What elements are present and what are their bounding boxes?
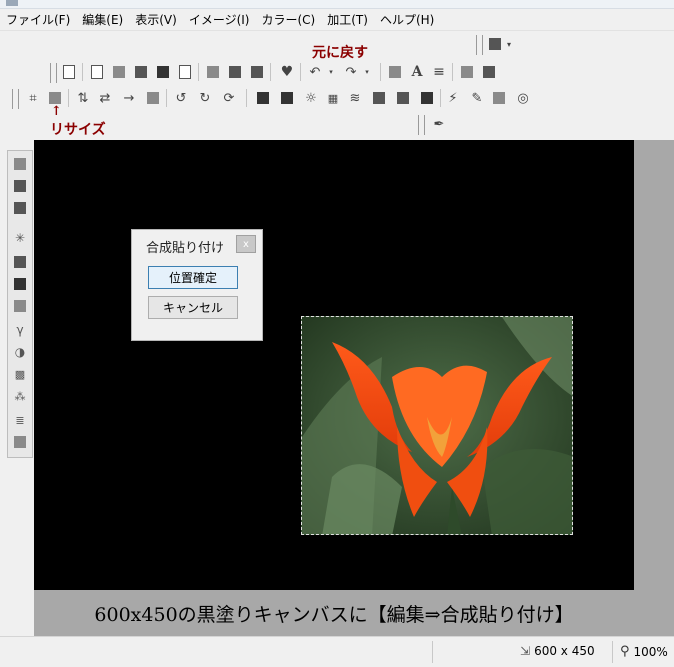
frame-icon[interactable] <box>144 89 162 107</box>
toolbar-grip[interactable] <box>418 115 425 135</box>
mirror-icon[interactable]: ⇄ <box>96 89 114 107</box>
fill-tool-icon[interactable] <box>12 435 28 449</box>
zoom-text: 100% <box>633 644 668 659</box>
toolbar-grip[interactable] <box>50 63 57 83</box>
align-icon[interactable]: ≡ <box>430 63 448 81</box>
new-icon[interactable] <box>88 63 106 81</box>
text-icon[interactable]: A <box>408 63 426 81</box>
mini-toolbar: ▾ <box>476 32 516 56</box>
ellipse-select-icon[interactable] <box>12 179 28 193</box>
sun-icon[interactable]: ☼ <box>302 89 320 107</box>
confirm-position-button[interactable]: 位置確定 <box>148 266 238 289</box>
dialog-title: 合成貼り付け <box>146 241 225 256</box>
caption-text: 600x450の黒塗りキャンバスに【編集⇒合成貼り付け】 <box>94 603 574 626</box>
pasted-image[interactable] <box>301 316 573 535</box>
menu-image[interactable]: イメージ(I) <box>183 11 256 28</box>
noise-icon[interactable]: ▦ <box>324 89 342 107</box>
print-preview-icon[interactable] <box>176 63 194 81</box>
size-icon: ⇲ <box>520 644 531 658</box>
menu-color[interactable]: カラー(C) <box>255 11 321 28</box>
shift-icon[interactable]: → <box>120 89 138 107</box>
copy-icon[interactable] <box>204 63 222 81</box>
mosaic-icon[interactable] <box>370 89 388 107</box>
curve-tool-icon[interactable]: γ <box>12 323 28 337</box>
pen-icon[interactable]: ✎ <box>468 89 486 107</box>
dither-icon[interactable] <box>418 89 436 107</box>
resize-annotation: リサイズ <box>50 122 106 138</box>
title-bar <box>0 0 674 9</box>
toolbar-grip[interactable] <box>12 89 19 109</box>
status-bar: ⇲ 600 x 450 ⚲ 100% <box>0 636 674 667</box>
bucket-icon[interactable] <box>490 89 508 107</box>
fit-icon[interactable] <box>386 63 404 81</box>
filmstrip-icon[interactable] <box>480 63 498 81</box>
image-tool-icon[interactable] <box>12 299 28 313</box>
rect-select-icon[interactable] <box>12 157 28 171</box>
rotate-left-icon[interactable]: ↺ <box>172 89 190 107</box>
menu-edit[interactable]: 編集(E) <box>76 11 129 28</box>
sharpen-icon[interactable]: ⚡ <box>444 89 462 107</box>
paste-new-icon[interactable] <box>248 63 266 81</box>
flip-icon[interactable]: ⇅ <box>74 89 92 107</box>
wave-icon[interactable]: ≋ <box>346 89 364 107</box>
dots-tool-icon[interactable]: ⁂ <box>12 389 28 403</box>
eyedropper-icon[interactable]: ✒ <box>430 115 448 133</box>
chevron-down-icon[interactable]: ▾ <box>500 35 518 53</box>
print-icon[interactable] <box>154 63 172 81</box>
close-icon[interactable]: x <box>236 235 256 253</box>
menu-view[interactable]: 表示(V) <box>129 11 183 28</box>
zoom-status: ⚲ 100% <box>620 644 668 659</box>
circle-tool-icon[interactable]: ◑ <box>12 345 28 359</box>
properties-icon[interactable] <box>60 63 78 81</box>
open-icon[interactable] <box>110 63 128 81</box>
resize-arrow: ↑ <box>51 104 62 119</box>
xor-tool-icon[interactable]: ≣ <box>12 413 28 427</box>
image-size-status: ⇲ 600 x 450 <box>520 644 595 658</box>
menu-process[interactable]: 加工(T) <box>321 11 374 28</box>
toolbar-grip[interactable] <box>476 35 483 55</box>
free-select-icon[interactable] <box>12 201 28 215</box>
save-icon[interactable] <box>132 63 150 81</box>
emboss-icon[interactable] <box>394 89 412 107</box>
layer-icon[interactable] <box>254 89 272 107</box>
picker-toolbar: ✒ <box>418 112 454 136</box>
fill-icon[interactable] <box>278 89 296 107</box>
cancel-button[interactable]: キャンセル <box>148 296 238 319</box>
grid-icon[interactable] <box>458 63 476 81</box>
square-tool-icon[interactable] <box>12 277 28 291</box>
app-icon <box>6 0 18 6</box>
menu-bar: ファイル(F) 編集(E) 表示(V) イメージ(I) カラー(C) 加工(T)… <box>0 9 674 31</box>
paste-icon[interactable] <box>226 63 244 81</box>
frame-tool-icon[interactable] <box>12 255 28 269</box>
tool-palette: ✳ γ ◑ ▩ ⁂ ≣ <box>7 150 33 458</box>
tulip-photo <box>302 317 572 534</box>
rotate-free-icon[interactable]: ⟳ <box>220 89 238 107</box>
checker-tool-icon[interactable]: ▩ <box>12 367 28 381</box>
image-toolbar: ⌗ ⇅ ⇄ → ↺ ↻ ⟳ ☼ ▦ ≋ ⚡ ✎ ◎ <box>12 86 540 110</box>
undo-annotation: 元に戻す <box>312 45 368 61</box>
redo-dropdown-icon[interactable]: ▾ <box>358 63 376 81</box>
crop-icon[interactable]: ⌗ <box>24 89 42 107</box>
rotate-right-icon[interactable]: ↻ <box>196 89 214 107</box>
favorite-icon[interactable]: ♥ <box>278 63 296 81</box>
menu-help[interactable]: ヘルプ(H) <box>374 11 440 28</box>
magnifier-icon: ⚲ <box>620 644 630 659</box>
undo-dropdown-icon[interactable]: ▾ <box>322 63 340 81</box>
paste-compose-dialog: 合成貼り付け x 位置確定 キャンセル <box>131 229 263 341</box>
spiral-icon[interactable]: ◎ <box>514 89 532 107</box>
image-size-text: 600 x 450 <box>534 644 595 658</box>
main-toolbar: ♥ ↶ ▾ ↷ ▾ A ≡ <box>50 60 506 84</box>
menu-file[interactable]: ファイル(F) <box>0 11 76 28</box>
magic-wand-icon[interactable]: ✳ <box>12 231 28 245</box>
